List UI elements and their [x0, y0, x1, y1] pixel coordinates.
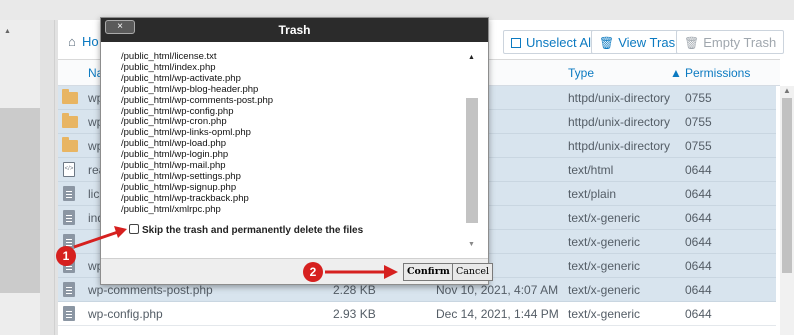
cell-type: httpd/unix-directory: [568, 115, 671, 129]
trash-file-list: /public_html/license.txt/public_html/ind…: [121, 51, 274, 216]
cell-modified: Dec 14, 2021, 1:44 PM: [436, 307, 559, 321]
cell-type: text/x-generic: [568, 235, 641, 249]
cell-permissions: 0644: [685, 283, 712, 297]
step-1-badge: 1: [56, 246, 76, 266]
skip-trash-checkbox[interactable]: [129, 224, 139, 234]
cell-type: httpd/unix-directory: [568, 91, 671, 105]
cell-name: lic: [88, 187, 100, 201]
step-2-badge: 2: [303, 262, 323, 282]
home-button[interactable]: ⌂ Ho: [68, 30, 99, 54]
skip-trash-label: Skip the trash and permanently delete th…: [142, 225, 364, 236]
checkbox-icon: [511, 38, 521, 48]
dialog-scrollbar[interactable]: ▲ ▼: [466, 48, 478, 248]
dialog-footer: Confirm Cancel: [101, 258, 494, 284]
trash-file-item: /public_html/xmlrpc.php: [121, 203, 221, 215]
scroll-up-icon[interactable]: ▲: [783, 86, 791, 95]
left-gap: [40, 20, 58, 335]
dialog-scrollbar-thumb[interactable]: [466, 98, 478, 223]
skip-trash-option[interactable]: Skip the trash and permanently delete th…: [129, 224, 363, 236]
table-scrollbar[interactable]: ▲: [780, 86, 794, 335]
cell-type: text/x-generic: [568, 211, 641, 225]
column-header-type[interactable]: Type: [568, 66, 594, 80]
cell-permissions: 0644: [685, 307, 712, 321]
text-file-icon: [63, 306, 75, 321]
trash-icon: 🗑: [684, 36, 700, 50]
cell-name: wp-config.php: [88, 307, 163, 321]
home-label: Ho: [82, 34, 99, 49]
trash-icon: 🗑: [599, 36, 615, 50]
scroll-down-icon[interactable]: ▼: [468, 241, 475, 248]
scroll-up-icon[interactable]: ▲: [468, 54, 475, 61]
cell-permissions: 0644: [685, 163, 712, 177]
text-file-icon: [63, 282, 75, 297]
table-scrollbar-thumb[interactable]: [782, 98, 792, 273]
unselect-all-label: Unselect All: [526, 35, 594, 50]
cell-permissions: 0644: [685, 187, 712, 201]
cell-type: text/x-generic: [568, 307, 641, 321]
sort-ascending-icon[interactable]: ▲: [670, 66, 682, 80]
cell-size: 2.93 KB: [333, 307, 376, 321]
cell-type: text/plain: [568, 187, 617, 201]
cell-type: text/x-generic: [568, 283, 641, 297]
cell-type: text/x-generic: [568, 259, 641, 273]
cancel-button[interactable]: Cancel: [452, 263, 494, 281]
cell-type: httpd/unix-directory: [568, 139, 671, 153]
cell-permissions: 0644: [685, 259, 712, 273]
cell-permissions: 0755: [685, 91, 712, 105]
cell-permissions: 0644: [685, 211, 712, 225]
text-file-icon: [63, 210, 75, 225]
home-icon: ⌂: [68, 34, 76, 49]
html-file-icon: </>: [63, 162, 75, 177]
text-file-icon: [63, 186, 75, 201]
left-scrollbar-thumb[interactable]: [0, 108, 40, 293]
folder-icon: [62, 89, 78, 104]
folder-icon: [62, 137, 78, 152]
column-header-permissions[interactable]: Permissions: [685, 66, 750, 80]
folder-icon: [62, 113, 78, 128]
cell-permissions: 0755: [685, 115, 712, 129]
cell-permissions: 0644: [685, 235, 712, 249]
divider: [54, 20, 55, 335]
cell-type: text/html: [568, 163, 614, 177]
dialog-title: Trash: [278, 23, 311, 37]
scroll-up-icon[interactable]: ▲: [4, 28, 11, 35]
cell-modified: Nov 10, 2021, 4:07 AM: [436, 283, 559, 297]
cell-size: 2.28 KB: [333, 283, 376, 297]
dialog-titlebar: Trash ×: [101, 18, 488, 42]
cell-name: wp-comments-post.php: [88, 283, 213, 297]
unselect-all-button[interactable]: Unselect All: [503, 30, 602, 54]
left-panel: ▲: [0, 20, 40, 335]
trash-file-item: /public_html/wp-comments-post.php: [121, 94, 274, 106]
confirm-button[interactable]: Confirm: [403, 263, 454, 281]
empty-trash-label: Empty Trash: [703, 35, 777, 50]
close-button[interactable]: ×: [105, 20, 135, 34]
cell-permissions: 0755: [685, 139, 712, 153]
trash-file-item: /public_html/wp-blog-header.php: [121, 83, 259, 95]
view-trash-label: View Trash: [618, 35, 683, 50]
empty-trash-button[interactable]: 🗑 Empty Trash: [676, 30, 785, 54]
table-row[interactable]: wp-config.php 2.93 KB Dec 14, 2021, 1:44 P…: [58, 302, 776, 326]
trash-dialog: Trash × /public_html/license.txt/public_…: [100, 17, 494, 285]
